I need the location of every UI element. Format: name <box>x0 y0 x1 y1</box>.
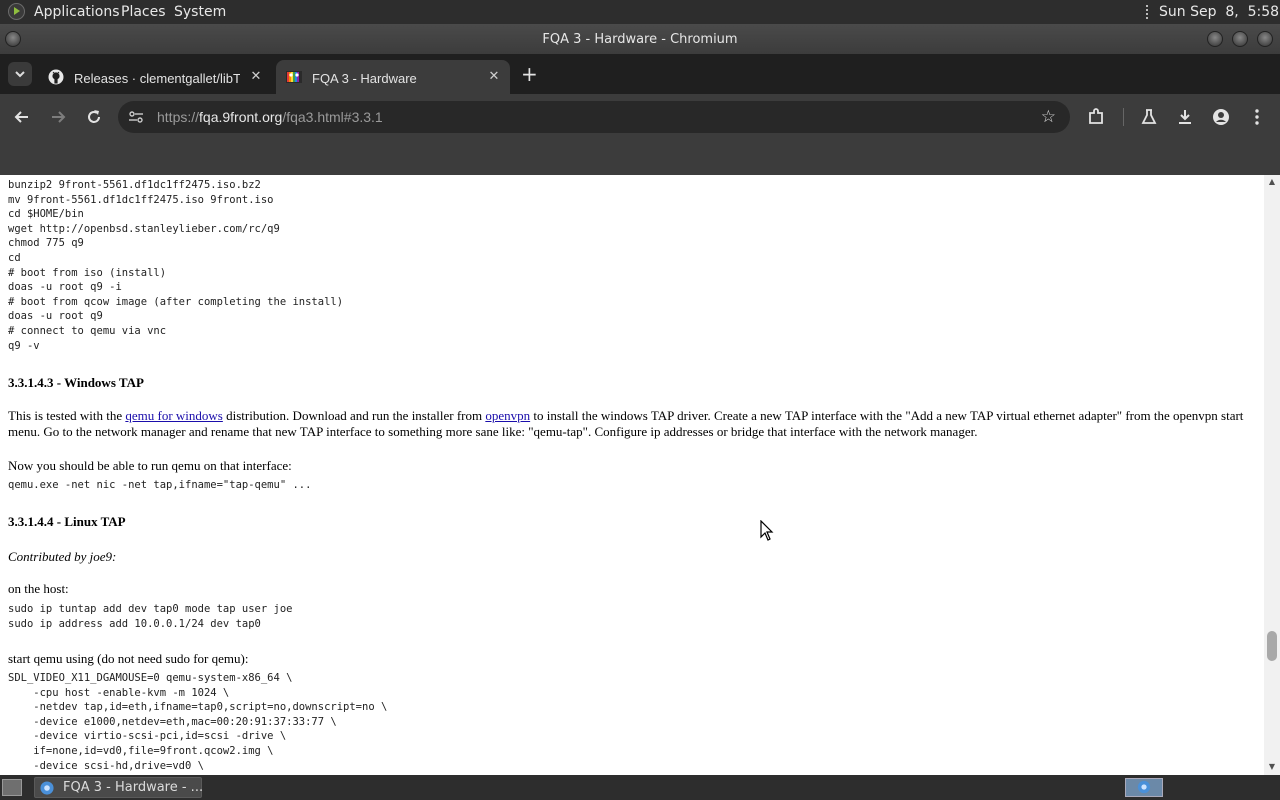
url-scheme: https:// <box>157 109 200 125</box>
tab-label: FQA 3 - Hardware <box>312 71 417 86</box>
bottom-panel: FQA 3 - Hardware - ... <box>0 775 1280 800</box>
site-settings-icon[interactable] <box>128 109 144 125</box>
link-openvpn[interactable]: openvpn <box>485 408 530 423</box>
paragraph-run-qemu: Now you should be able to run qemu on th… <box>8 458 292 473</box>
page-content: bunzip2 9front-5561.df1dc1ff2475.iso.bz2… <box>0 175 1264 775</box>
back-button[interactable] <box>10 105 34 129</box>
profile-button[interactable] <box>1209 105 1233 129</box>
flask-icon <box>1141 109 1157 124</box>
minimize-button[interactable] <box>1207 31 1223 47</box>
workspace-switcher[interactable] <box>1125 778 1163 797</box>
link-qemu-for-windows[interactable]: qemu for windows <box>125 408 223 423</box>
show-desktop-button[interactable] <box>2 779 22 796</box>
code-block-qemu-exe: qemu.exe -net nic -net tap,ifname="tap-q… <box>8 479 312 491</box>
tab-fqa-hardware[interactable]: FQA 3 - Hardware ✕ <box>276 60 510 94</box>
scrollbar-thumb[interactable] <box>1267 631 1277 661</box>
distro-logo-icon[interactable] <box>8 3 25 20</box>
toolbar-separator <box>1123 108 1124 126</box>
panel-clock[interactable]: Sun Sep 8, 5:58 PM <box>1159 4 1280 20</box>
paragraph-windows-tap: This is tested with the qemu for windows… <box>8 408 1260 440</box>
places-menu[interactable]: Places <box>121 4 166 20</box>
labs-button[interactable] <box>1137 105 1161 129</box>
arrow-right-icon <box>52 111 66 123</box>
forward-button[interactable] <box>46 105 70 129</box>
heading-windows-tap: 3.3.1.4.3 - Windows TAP <box>8 375 144 390</box>
paragraph-on-host: on the host: <box>8 581 69 596</box>
chromium-icon <box>40 781 54 795</box>
reload-icon <box>88 110 100 123</box>
code-block-q9-install: bunzip2 9front-5561.df1dc1ff2475.iso.bz2… <box>8 179 344 352</box>
address-bar[interactable]: https://fqa.9front.org/fqa3.html#3.3.1 ☆ <box>118 101 1070 133</box>
url-host: fqa.9front.org <box>199 109 283 125</box>
system-menu[interactable]: System <box>174 4 226 20</box>
9front-favicon-icon <box>286 71 302 83</box>
top-panel: Applications Places System Sun Sep 8, 5:… <box>0 0 1280 24</box>
extensions-button[interactable] <box>1084 105 1108 129</box>
maximize-button[interactable] <box>1232 31 1248 47</box>
url-text[interactable]: https://fqa.9front.org/fqa3.html#3.3.1 <box>157 109 383 125</box>
kebab-menu-icon <box>1255 109 1259 125</box>
panel-separator-icon <box>1146 5 1152 19</box>
close-window-button[interactable] <box>1257 31 1273 47</box>
applications-menu[interactable]: Applications <box>34 4 120 20</box>
tab-strip: Releases · clementgallet/libT ✕ FQA 3 - … <box>0 54 1280 94</box>
window-title: FQA 3 - Hardware - Chromium <box>542 32 738 47</box>
heading-linux-tap: 3.3.1.4.4 - Linux TAP <box>8 514 126 529</box>
page-scrollbar[interactable]: ▲ ▼ <box>1264 175 1280 775</box>
scroll-down-arrow-icon[interactable]: ▼ <box>1267 762 1277 771</box>
arrow-left-icon <box>14 111 28 123</box>
scroll-up-arrow-icon[interactable]: ▲ <box>1267 177 1277 186</box>
url-path: /fqa3.html#3.3.1 <box>282 109 383 125</box>
window-titlebar[interactable]: FQA 3 - Hardware - Chromium <box>0 24 1280 54</box>
github-icon <box>48 69 64 85</box>
browser-toolbar: https://fqa.9front.org/fqa3.html#3.3.1 ☆ <box>0 94 1280 140</box>
bookmarks-bar <box>0 140 1280 175</box>
new-tab-button[interactable]: + <box>521 63 538 85</box>
tab-label: Releases · clementgallet/libT <box>74 71 240 86</box>
paragraph-start-qemu: start qemu using (do not need sudo for q… <box>8 651 249 666</box>
taskbar-item-chromium[interactable]: FQA 3 - Hardware - ... <box>34 777 204 798</box>
code-block-host: sudo ip tuntap add dev tap0 mode tap use… <box>8 603 293 630</box>
close-tab-icon[interactable]: ✕ <box>248 68 264 84</box>
taskbar-item-label: FQA 3 - Hardware - ... <box>63 780 204 795</box>
puzzle-icon <box>1089 108 1103 124</box>
tab-search-button[interactable] <box>8 62 32 86</box>
download-icon <box>1179 110 1191 124</box>
close-tab-icon[interactable]: ✕ <box>486 68 502 84</box>
mouse-pointer-icon <box>760 520 774 541</box>
menu-button[interactable] <box>1245 105 1269 129</box>
bookmark-star-icon[interactable]: ☆ <box>1041 107 1056 127</box>
text: distribution. Download and run the insta… <box>222 408 486 423</box>
contributed-by: Contributed by joe9: <box>8 549 117 564</box>
chevron-down-icon <box>15 71 25 78</box>
reload-button[interactable] <box>82 105 106 129</box>
code-block-qemu-system: SDL_VIDEO_X11_DGAMOUSE=0 qemu-system-x86… <box>8 672 388 772</box>
chromium-icon <box>1137 780 1151 794</box>
downloads-button[interactable] <box>1173 105 1197 129</box>
account-icon <box>1213 109 1229 125</box>
tab-releases[interactable]: Releases · clementgallet/libT ✕ <box>38 60 270 94</box>
text: This is tested with the <box>8 408 126 423</box>
